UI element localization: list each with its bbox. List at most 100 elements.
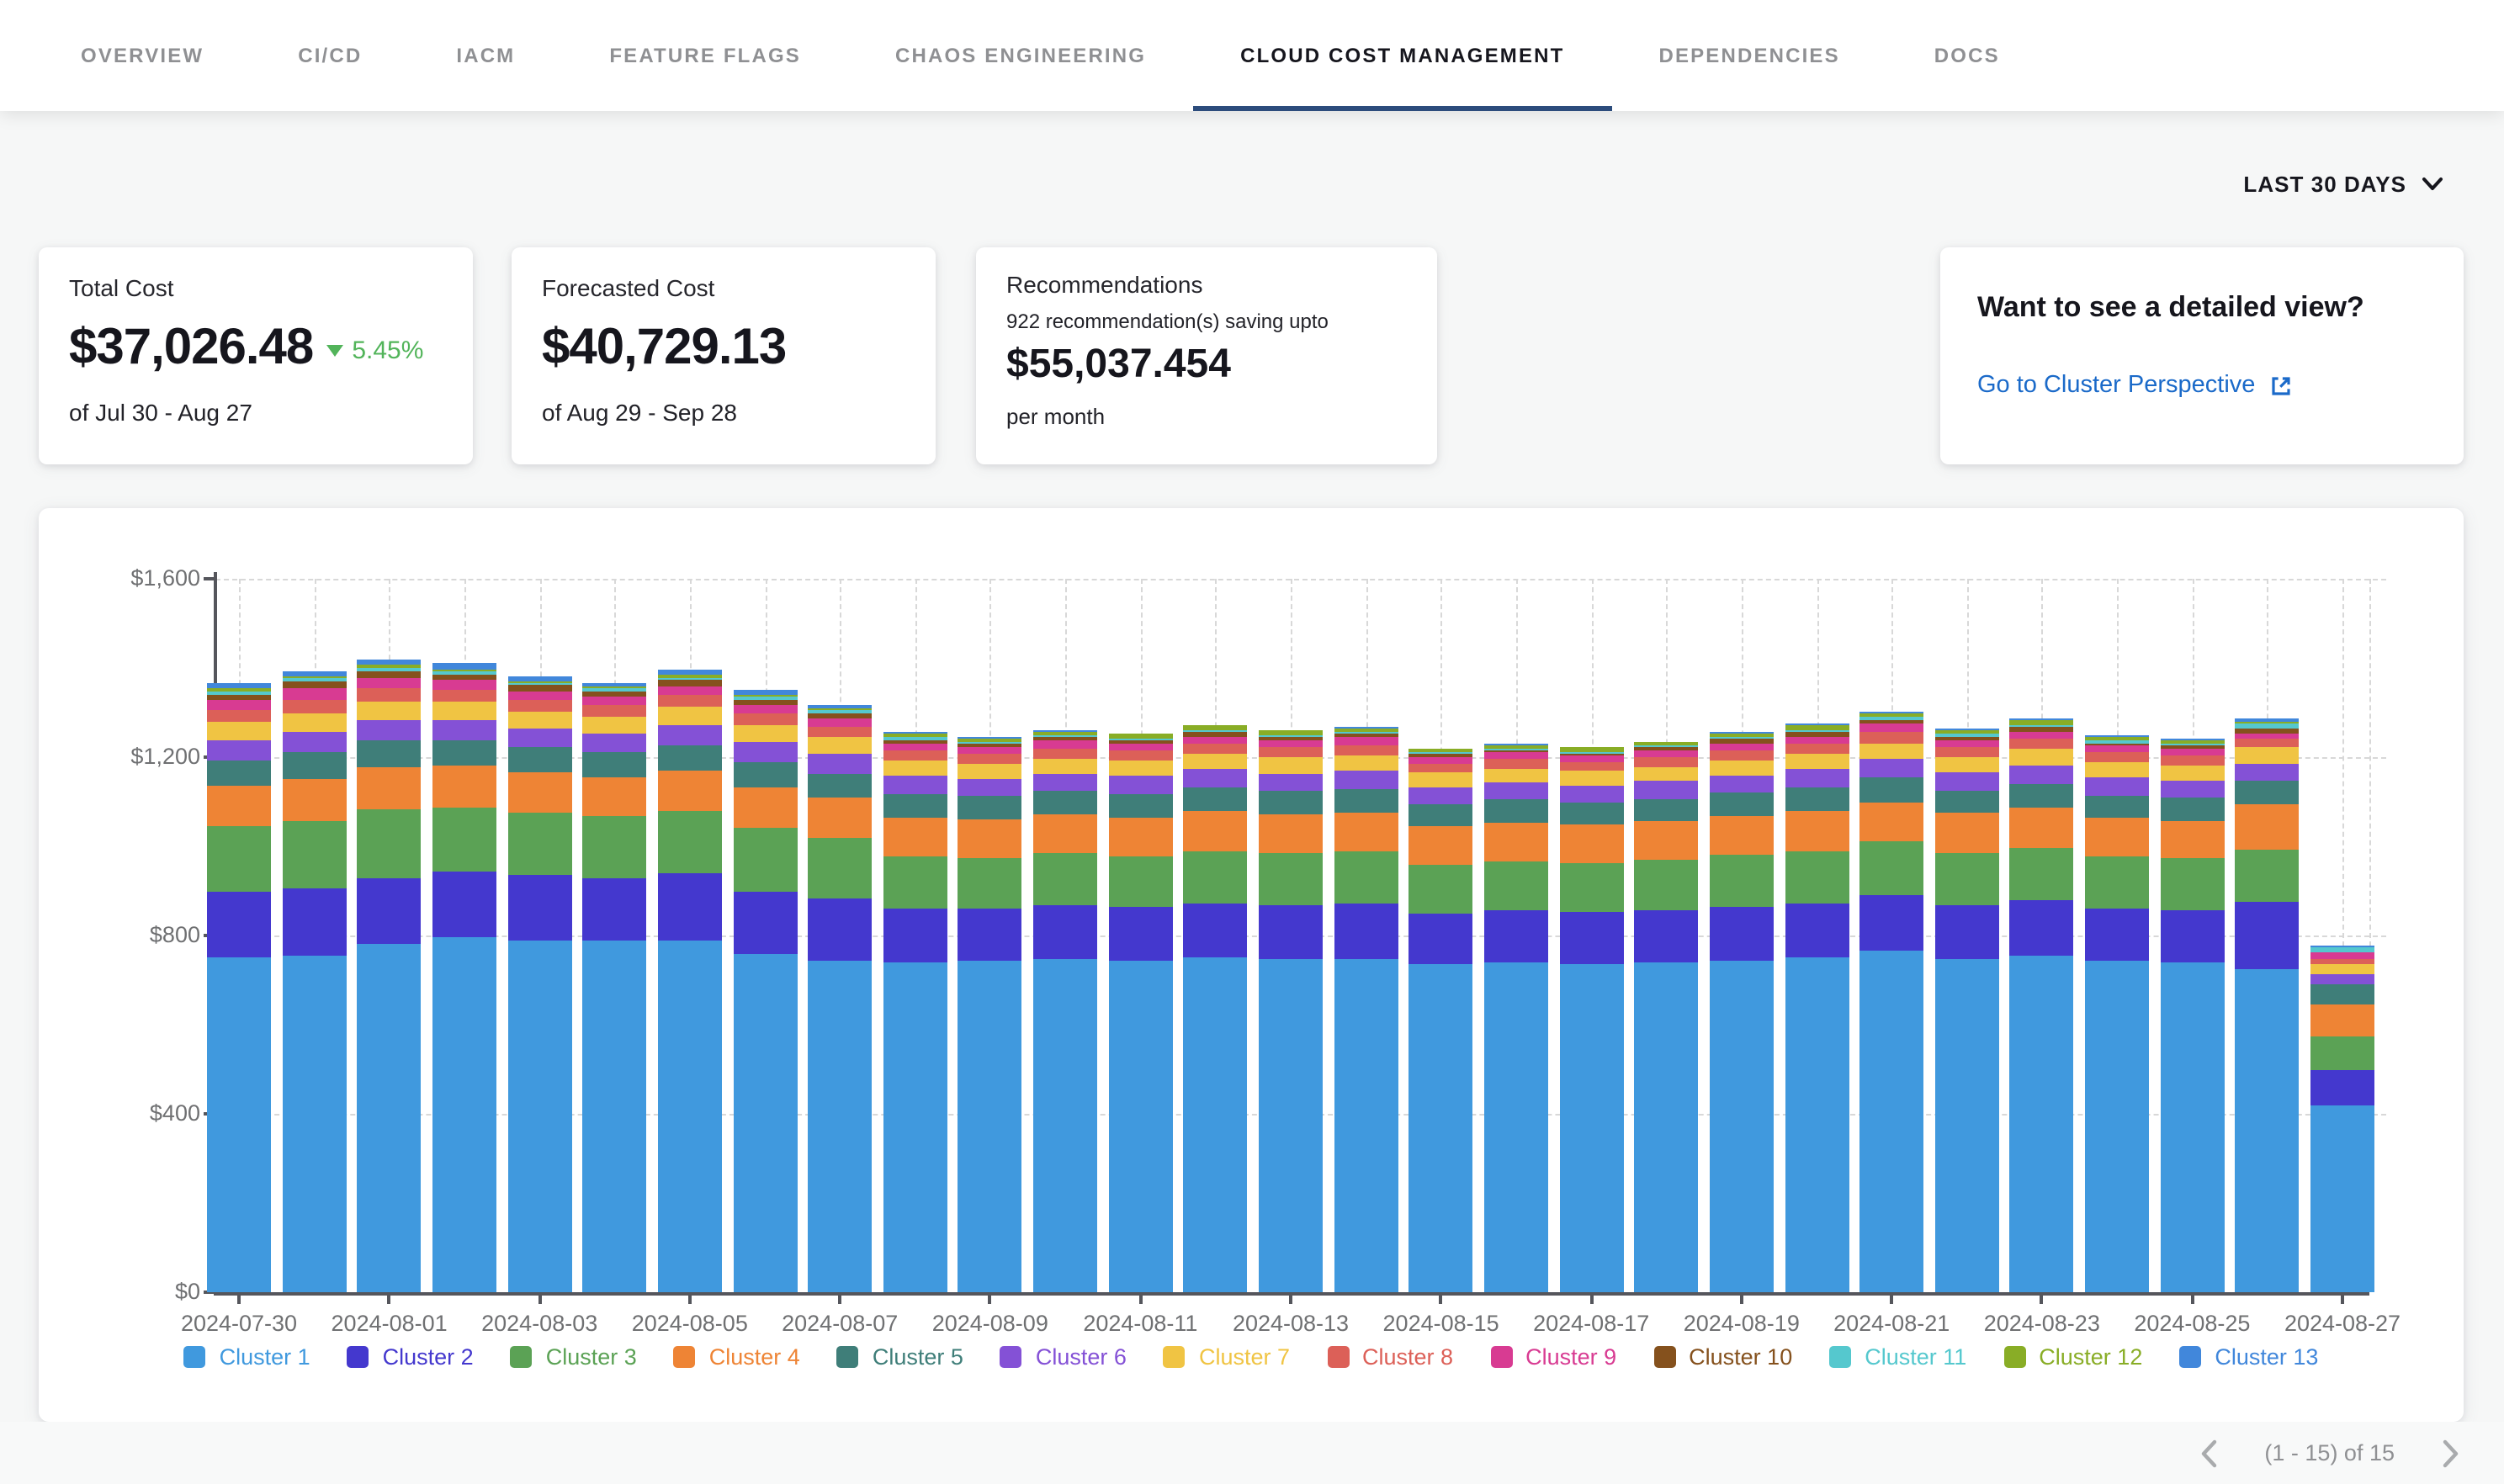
bar-segment-cluster-11-2024-08-01[interactable] bbox=[358, 668, 422, 671]
bar-segment-cluster-2-2024-08-19[interactable] bbox=[1710, 907, 1774, 961]
bar-segment-cluster-4-2024-08-16[interactable] bbox=[1484, 823, 1548, 861]
bar-segment-cluster-8-2024-08-16[interactable] bbox=[1484, 759, 1548, 769]
bar-segment-cluster-11-2024-08-25[interactable] bbox=[2160, 744, 2224, 745]
bar-segment-cluster-4-2024-08-27[interactable] bbox=[2310, 1004, 2374, 1036]
bar-segment-cluster-7-2024-08-23[interactable] bbox=[2010, 749, 2074, 766]
bar-segment-cluster-9-2024-08-06[interactable] bbox=[733, 705, 797, 713]
tab-docs[interactable]: DOCS bbox=[1887, 0, 2047, 111]
bar-segment-cluster-5-2024-08-05[interactable] bbox=[658, 745, 722, 771]
bar-segment-cluster-11-2024-08-27[interactable] bbox=[2310, 947, 2374, 952]
bar-segment-cluster-11-2024-08-12[interactable] bbox=[1184, 730, 1248, 732]
bar-segment-cluster-7-2024-08-27[interactable] bbox=[2310, 964, 2374, 974]
bar-segment-cluster-9-2024-08-12[interactable] bbox=[1184, 737, 1248, 744]
bar-segment-cluster-8-2024-08-03[interactable] bbox=[507, 700, 571, 712]
bar-segment-cluster-10-2024-08-02[interactable] bbox=[432, 675, 496, 680]
bar-segment-cluster-3-2024-08-24[interactable] bbox=[2085, 856, 2149, 909]
bar-segment-cluster-9-2024-08-27[interactable] bbox=[2310, 952, 2374, 959]
bar-segment-cluster-4-2024-08-23[interactable] bbox=[2010, 808, 2074, 848]
bar-segment-cluster-12-2024-08-11[interactable] bbox=[1108, 734, 1172, 739]
bar-segment-cluster-2-2024-08-03[interactable] bbox=[507, 875, 571, 941]
bar-segment-cluster-2-2024-08-16[interactable] bbox=[1484, 910, 1548, 962]
bar-segment-cluster-6-2024-08-08[interactable] bbox=[883, 776, 947, 794]
bar-segment-cluster-12-2024-08-17[interactable] bbox=[1559, 747, 1623, 752]
bar-segment-cluster-7-2024-07-30[interactable] bbox=[207, 722, 271, 740]
bar-segment-cluster-6-2024-08-23[interactable] bbox=[2010, 766, 2074, 784]
bar-segment-cluster-13-2024-08-22[interactable] bbox=[1935, 729, 1999, 730]
bar-segment-cluster-3-2024-08-07[interactable] bbox=[808, 838, 872, 898]
bar-segment-cluster-10-2024-08-14[interactable] bbox=[1334, 734, 1398, 737]
bar-segment-cluster-11-2024-08-05[interactable] bbox=[658, 678, 722, 680]
bar-segment-cluster-6-2024-08-12[interactable] bbox=[1184, 769, 1248, 787]
bar-segment-cluster-4-2024-08-17[interactable] bbox=[1559, 824, 1623, 863]
bar-segment-cluster-5-2024-08-25[interactable] bbox=[2160, 798, 2224, 821]
bar-segment-cluster-5-2024-08-24[interactable] bbox=[2085, 796, 2149, 818]
bar-segment-cluster-4-2024-08-03[interactable] bbox=[507, 772, 571, 813]
bar-segment-cluster-2-2024-08-01[interactable] bbox=[358, 878, 422, 944]
legend-item-cluster-4[interactable]: Cluster 4 bbox=[674, 1344, 800, 1370]
bar-segment-cluster-6-2024-08-09[interactable] bbox=[958, 779, 1022, 796]
bar-segment-cluster-4-2024-08-09[interactable] bbox=[958, 819, 1022, 858]
bar-segment-cluster-8-2024-08-12[interactable] bbox=[1184, 744, 1248, 754]
bar-segment-cluster-13-2024-07-31[interactable] bbox=[282, 671, 346, 676]
bar-segment-cluster-1-2024-08-10[interactable] bbox=[1033, 959, 1097, 1292]
bar-segment-cluster-3-2024-08-16[interactable] bbox=[1484, 861, 1548, 910]
bar-segment-cluster-7-2024-08-06[interactable] bbox=[733, 725, 797, 742]
bar-segment-cluster-8-2024-08-04[interactable] bbox=[582, 705, 646, 717]
bar-segment-cluster-8-2024-08-19[interactable] bbox=[1710, 750, 1774, 761]
bar-segment-cluster-11-2024-08-13[interactable] bbox=[1259, 735, 1323, 737]
bar-segment-cluster-3-2024-08-22[interactable] bbox=[1935, 853, 1999, 905]
bar-segment-cluster-8-2024-08-23[interactable] bbox=[2010, 739, 2074, 749]
tab-iacm[interactable]: IACM bbox=[409, 0, 562, 111]
bar-segment-cluster-1-2024-08-07[interactable] bbox=[808, 961, 872, 1292]
tab-chaos-engineering[interactable]: CHAOS ENGINEERING bbox=[848, 0, 1193, 111]
bar-segment-cluster-6-2024-08-03[interactable] bbox=[507, 729, 571, 747]
bar-segment-cluster-6-2024-08-22[interactable] bbox=[1935, 772, 1999, 791]
bar-segment-cluster-11-2024-08-02[interactable] bbox=[432, 671, 496, 675]
bar-segment-cluster-5-2024-08-16[interactable] bbox=[1484, 799, 1548, 823]
bar-segment-cluster-2-2024-08-14[interactable] bbox=[1334, 904, 1398, 959]
bar-segment-cluster-8-2024-08-20[interactable] bbox=[1785, 744, 1849, 754]
bar-segment-cluster-1-2024-08-02[interactable] bbox=[432, 937, 496, 1292]
bar-segment-cluster-11-2024-08-17[interactable] bbox=[1559, 752, 1623, 754]
bar-segment-cluster-8-2024-08-15[interactable] bbox=[1409, 764, 1473, 772]
bar-segment-cluster-2-2024-08-25[interactable] bbox=[2160, 910, 2224, 962]
bar-segment-cluster-1-2024-08-06[interactable] bbox=[733, 954, 797, 1292]
bar-segment-cluster-1-2024-08-17[interactable] bbox=[1559, 964, 1623, 1292]
bar-segment-cluster-6-2024-08-06[interactable] bbox=[733, 742, 797, 762]
bar-segment-cluster-10-2024-08-01[interactable] bbox=[358, 671, 422, 678]
bar-segment-cluster-13-2024-08-16[interactable] bbox=[1484, 744, 1548, 745]
bar-segment-cluster-4-2024-07-30[interactable] bbox=[207, 786, 271, 826]
bar-segment-cluster-7-2024-08-10[interactable] bbox=[1033, 759, 1097, 774]
bar-segment-cluster-7-2024-08-08[interactable] bbox=[883, 761, 947, 776]
bar-segment-cluster-3-2024-07-30[interactable] bbox=[207, 826, 271, 892]
bar-segment-cluster-9-2024-08-07[interactable] bbox=[808, 718, 872, 727]
bar-segment-cluster-2-2024-08-21[interactable] bbox=[1859, 895, 1923, 951]
bar-segment-cluster-1-2024-07-30[interactable] bbox=[207, 957, 271, 1292]
bar-segment-cluster-13-2024-08-21[interactable] bbox=[1859, 712, 1923, 713]
bar-segment-cluster-6-2024-08-21[interactable] bbox=[1859, 759, 1923, 777]
legend-item-cluster-3[interactable]: Cluster 3 bbox=[511, 1344, 637, 1370]
bar-segment-cluster-6-2024-08-20[interactable] bbox=[1785, 769, 1849, 787]
bar-segment-cluster-9-2024-08-13[interactable] bbox=[1259, 740, 1323, 747]
bar-segment-cluster-9-2024-08-16[interactable] bbox=[1484, 752, 1548, 759]
bar-segment-cluster-10-2024-08-12[interactable] bbox=[1184, 732, 1248, 737]
bar-segment-cluster-12-2024-08-07[interactable] bbox=[808, 708, 872, 710]
bar-segment-cluster-9-2024-07-31[interactable] bbox=[282, 688, 346, 700]
bar-segment-cluster-13-2024-08-06[interactable] bbox=[733, 690, 797, 695]
bar-segment-cluster-9-2024-08-09[interactable] bbox=[958, 747, 1022, 754]
bar-segment-cluster-12-2024-08-24[interactable] bbox=[2085, 737, 2149, 740]
bar-segment-cluster-9-2024-08-24[interactable] bbox=[2085, 745, 2149, 752]
bar-segment-cluster-12-2024-08-16[interactable] bbox=[1484, 745, 1548, 749]
bar-segment-cluster-10-2024-07-31[interactable] bbox=[282, 681, 346, 688]
bar-segment-cluster-7-2024-08-14[interactable] bbox=[1334, 755, 1398, 771]
bar-segment-cluster-5-2024-08-14[interactable] bbox=[1334, 789, 1398, 813]
bar-segment-cluster-8-2024-08-02[interactable] bbox=[432, 690, 496, 702]
bar-segment-cluster-10-2024-08-04[interactable] bbox=[582, 692, 646, 697]
bar-segment-cluster-1-2024-08-05[interactable] bbox=[658, 941, 722, 1292]
legend-item-cluster-6[interactable]: Cluster 6 bbox=[1000, 1344, 1127, 1370]
tab-feature-flags[interactable]: FEATURE FLAGS bbox=[562, 0, 848, 111]
bar-segment-cluster-5-2024-08-11[interactable] bbox=[1108, 794, 1172, 818]
bar-segment-cluster-8-2024-08-13[interactable] bbox=[1259, 747, 1323, 757]
bar-segment-cluster-1-2024-07-31[interactable] bbox=[282, 956, 346, 1292]
bar-segment-cluster-2-2024-08-12[interactable] bbox=[1184, 904, 1248, 957]
